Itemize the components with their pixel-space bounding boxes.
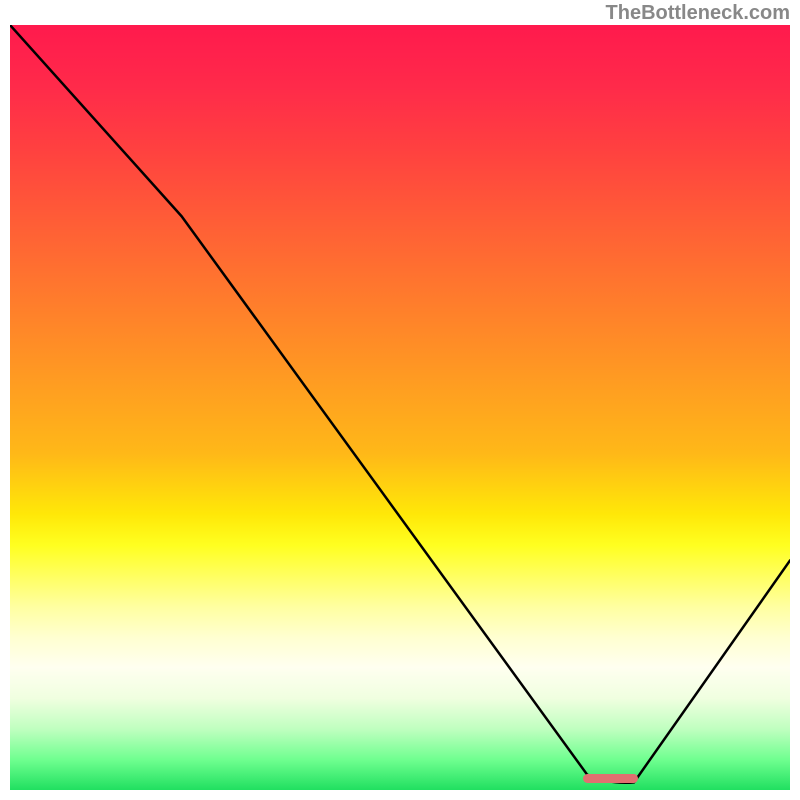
chart-container [10,25,790,790]
chart-marker-pill [583,774,638,784]
chart-curve [10,25,790,783]
chart-line-svg [10,25,790,790]
watermark-text: TheBottleneck.com [606,2,790,25]
